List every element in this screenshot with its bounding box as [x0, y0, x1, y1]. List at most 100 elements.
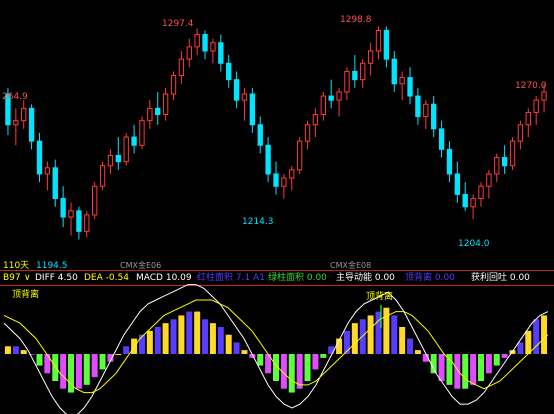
macd-bar [146, 330, 153, 354]
candle-body [281, 177, 287, 187]
candle-body [186, 46, 192, 60]
candle-body [84, 214, 90, 232]
candle-body [60, 198, 66, 218]
candlestick [296, 137, 303, 174]
label-high-2: 1298.8 [340, 15, 372, 25]
macd-bar [351, 323, 358, 354]
diff-value: DIFF 4.50 [35, 273, 78, 283]
candle-body [36, 140, 43, 175]
candle-body [178, 58, 185, 77]
candle-body [541, 91, 547, 101]
candle-body [52, 167, 58, 200]
candle-body [233, 79, 240, 101]
candle-body [296, 140, 303, 171]
candle-body [131, 136, 137, 146]
macd-bar [470, 354, 477, 385]
candle-body [367, 50, 374, 64]
period-label[interactable]: 110天 [3, 261, 29, 271]
indicator-menu-label[interactable]: B97 [3, 271, 21, 285]
label-right-edge: 1270.0 [515, 81, 547, 91]
candle-body [107, 155, 114, 167]
macd-bar [525, 330, 532, 354]
candle-body [431, 103, 437, 130]
macd-bar [60, 354, 67, 389]
macd-bar [52, 354, 59, 381]
candle-body [415, 95, 421, 118]
candle-body [76, 210, 82, 232]
profit-pullback-value: 获利回吐 0.00 [471, 273, 530, 283]
macd-bar [367, 315, 374, 354]
candle-body [162, 93, 169, 115]
candle-body [383, 29, 390, 60]
contract-label-1: CMX金E06 [120, 260, 161, 270]
candle-body [139, 120, 145, 146]
macd-bar [430, 354, 437, 374]
signal-label: 顶背离 [366, 290, 393, 302]
candle-body [273, 173, 279, 187]
label-high-1: 1297.4 [162, 19, 194, 29]
macd-bar [391, 315, 398, 354]
label-low-2: 1214.3 [242, 217, 274, 227]
macd-bar [414, 350, 421, 354]
macd-bar [320, 354, 327, 358]
contract-label-2: CMX金E08 [330, 260, 371, 270]
macd-bar [359, 319, 366, 354]
candle-body [257, 124, 263, 146]
macd-bar [154, 327, 161, 354]
candle-body [320, 95, 326, 116]
candle-body [289, 169, 295, 179]
macd-bar [233, 342, 240, 354]
macd-bar [12, 346, 19, 354]
main-force-value: 主导动能 0.00 [336, 273, 395, 283]
macd-bar [202, 319, 209, 354]
macd-bar [493, 354, 500, 366]
label-low-1: 1194.5 [36, 261, 68, 271]
candle-body [304, 124, 311, 142]
candle-body [218, 42, 224, 64]
macd-bar [83, 354, 90, 385]
candle-body [344, 70, 350, 93]
candle-body [226, 62, 232, 81]
macd-bar [399, 327, 406, 354]
candle-body [241, 93, 248, 101]
candle-body [210, 42, 216, 52]
macd-bar [28, 354, 35, 355]
candle-body [336, 91, 342, 101]
candle-body [68, 210, 74, 218]
candle-body [170, 75, 177, 95]
candle-body [517, 124, 524, 142]
macd-bar [257, 354, 264, 366]
candle-body [478, 185, 484, 200]
macd-bar [68, 354, 75, 393]
macd-bar [99, 354, 106, 370]
candle-body [91, 185, 98, 216]
candle-body [486, 173, 492, 187]
candle-body [44, 167, 51, 175]
label-left-edge: 264.9 [2, 92, 28, 102]
candle-body [99, 165, 106, 187]
macd-bar [407, 338, 414, 354]
macd-bar [304, 354, 311, 381]
candle-body [399, 77, 405, 85]
macd-bar [36, 354, 43, 366]
candlestick [139, 116, 145, 150]
green-area-value: 绿柱面积 0.00 [268, 273, 327, 283]
macd-bar [75, 354, 82, 389]
candle-body [352, 70, 358, 81]
candle-body [202, 34, 208, 52]
candlestick [123, 132, 129, 166]
top-divergence-label: 顶背离 [12, 288, 39, 300]
candle-body [123, 136, 129, 163]
macd-bar [91, 354, 98, 378]
candle-body [533, 99, 539, 113]
candle-body [525, 111, 531, 126]
candle-body [407, 77, 413, 97]
candle-body [375, 29, 382, 52]
chevron-down-icon[interactable]: ∨ [24, 271, 31, 285]
macd-bar [44, 354, 51, 374]
chart-canvas[interactable]: 264.9 1297.4 1298.8 1270.0 1194.5 1214.3… [0, 0, 554, 414]
macd-bar [4, 346, 11, 354]
candle-body [194, 34, 200, 48]
macd-bar [312, 354, 319, 370]
red-area-value: 红柱面积 7.1 A1 [197, 273, 265, 283]
